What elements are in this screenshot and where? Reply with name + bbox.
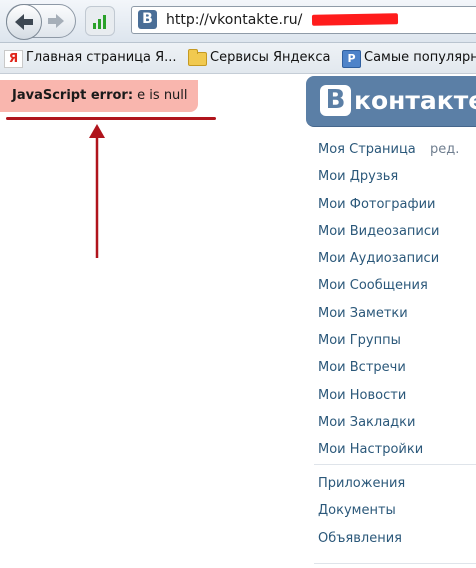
menu-item-audio[interactable]: Мои Аудиозаписи — [318, 245, 439, 272]
menu-item-bookmarks[interactable]: Мои Закладки — [318, 409, 439, 436]
vk-favicon-icon: В — [138, 10, 157, 29]
address-bar[interactable]: В http://vkontakte.ru/ — [131, 6, 476, 34]
menu-divider — [314, 464, 476, 465]
menu-item-apps[interactable]: Приложения — [318, 470, 405, 497]
menu-item-events[interactable]: Мои Встречи — [318, 354, 439, 381]
edit-link[interactable]: ред. — [430, 136, 459, 163]
vk-logo-letter: В — [320, 85, 351, 116]
menu-item-ads[interactable]: Объявления — [318, 525, 405, 552]
vk-logo-text: контакте — [354, 86, 476, 115]
error-message: e is null — [137, 88, 188, 103]
vk-main-menu: Моя Страница ред. Мои Друзья Мои Фотогра… — [318, 136, 459, 464]
signal-strength-button[interactable] — [85, 6, 115, 36]
navigation-buttons — [6, 4, 76, 40]
bookmarks-bar: Я Главная страница Я... Сервисы Яндекса … — [0, 43, 476, 74]
bookmark-label: Главная страница Я... — [26, 50, 177, 65]
menu-item-settings[interactable]: Мои Настройки — [318, 436, 439, 463]
annotation-arrow-icon — [89, 124, 105, 258]
bookmark-label: Сервисы Яндекса — [210, 50, 331, 65]
vk-extra-menu: Приложения Документы Объявления — [318, 470, 405, 552]
redaction-mark — [311, 13, 399, 26]
forward-button[interactable] — [43, 8, 69, 34]
menu-item-notes[interactable]: Мои Заметки — [318, 300, 439, 327]
javascript-error-banner: JavaScript error: e is null — [0, 80, 198, 112]
vk-logo[interactable]: В контакте — [306, 76, 476, 127]
annotation-underline — [6, 117, 216, 120]
signal-bars-icon — [93, 15, 106, 29]
arrow-right-icon — [48, 14, 64, 28]
menu-item-my-page[interactable]: Моя Страница ред. — [318, 136, 459, 163]
folder-icon — [188, 49, 207, 66]
url-text[interactable]: http://vkontakte.ru/ — [166, 11, 302, 29]
menu-item-messages[interactable]: Мои Сообщения — [318, 272, 439, 299]
error-prefix: JavaScript error: — [12, 88, 134, 103]
menu-divider-bottom — [314, 563, 476, 564]
back-button[interactable] — [6, 4, 42, 40]
browser-toolbar: В http://vkontakte.ru/ — [0, 0, 476, 43]
bookmark-label: Самые популярн — [364, 50, 476, 65]
yandex-icon: Я — [4, 50, 23, 68]
arrow-left-icon — [15, 14, 33, 30]
menu-item-videos[interactable]: Мои Видеозаписи — [318, 218, 439, 245]
popular-icon: P — [342, 50, 361, 68]
menu-item-friends[interactable]: Мои Друзья — [318, 163, 439, 190]
menu-item-news[interactable]: Мои Новости — [318, 382, 439, 409]
menu-item-label[interactable]: Моя Страница — [318, 142, 416, 157]
menu-item-documents[interactable]: Документы — [318, 497, 405, 524]
menu-item-photos[interactable]: Мои Фотографии — [318, 191, 439, 218]
menu-item-groups[interactable]: Мои Группы — [318, 327, 439, 354]
